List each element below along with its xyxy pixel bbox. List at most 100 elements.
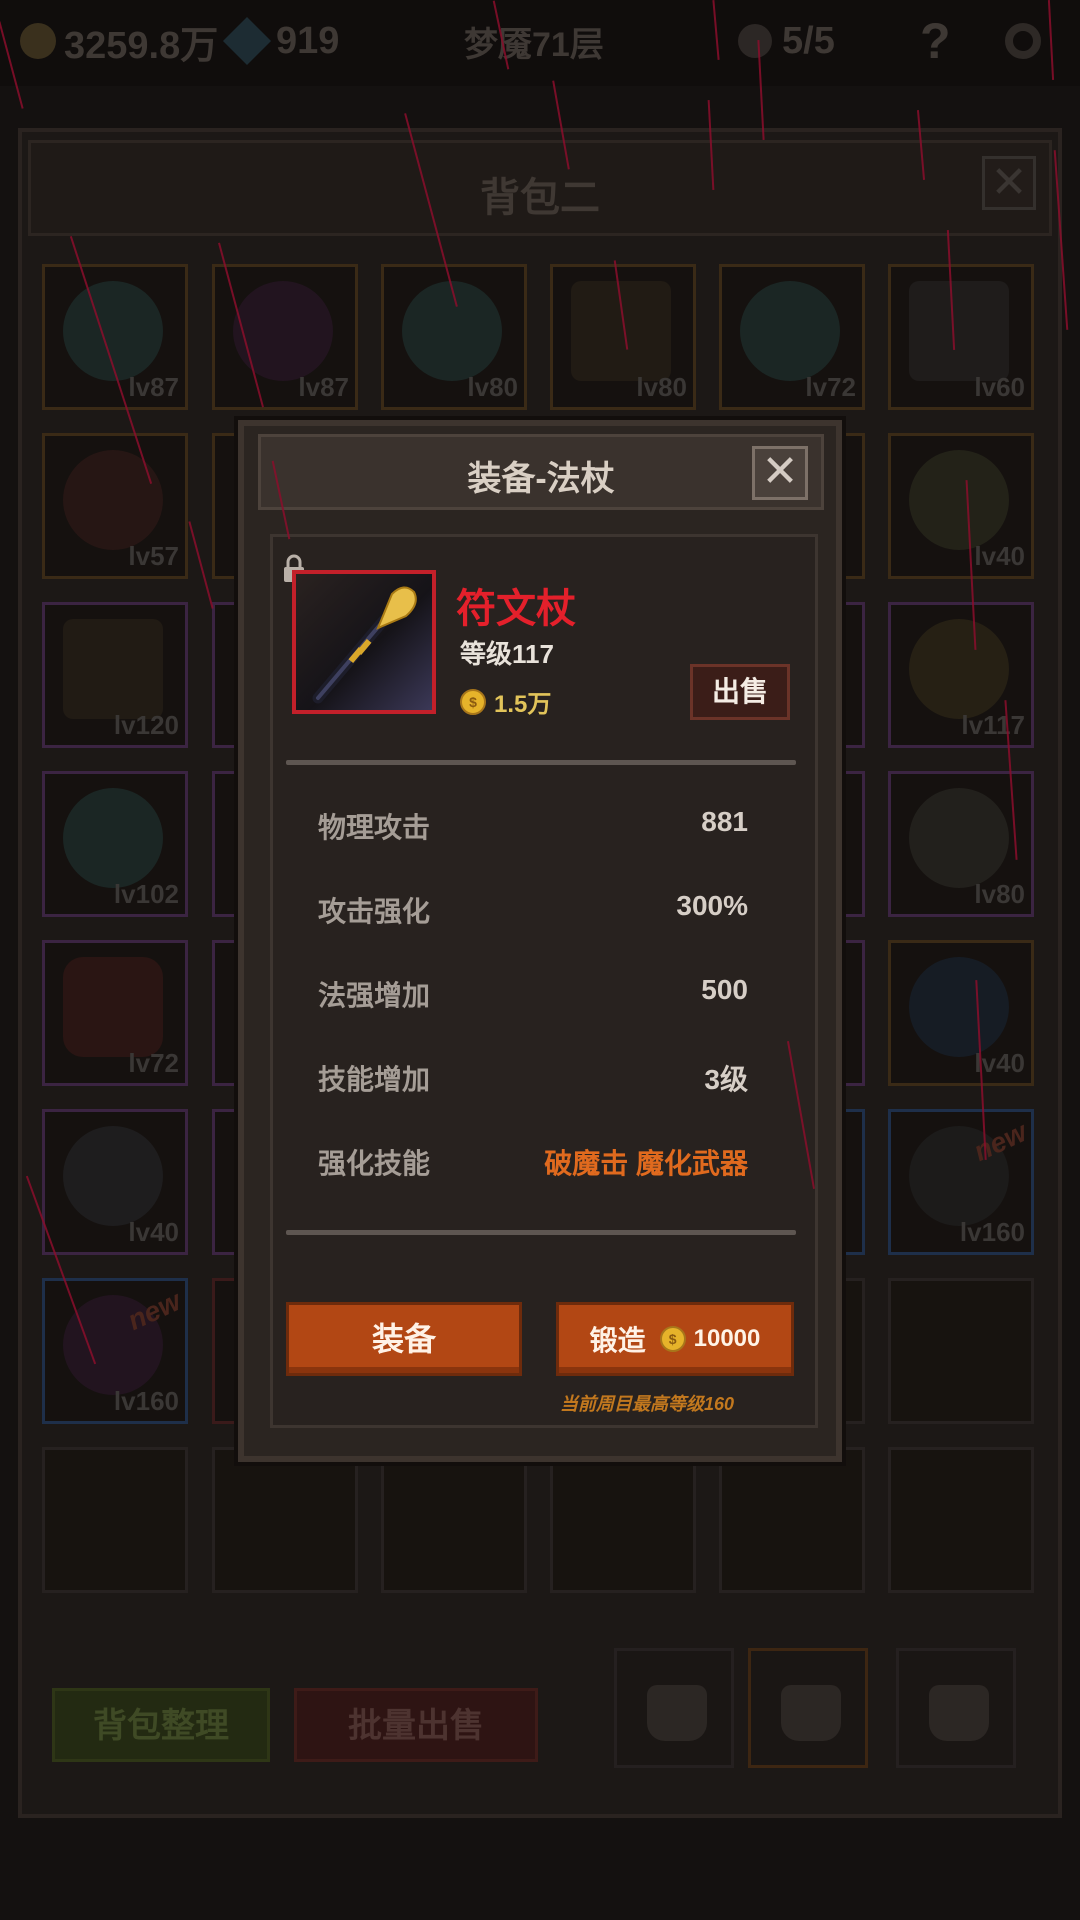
slot-level: lv117 xyxy=(961,710,1025,740)
bag-slot[interactable]: new lv160 xyxy=(888,1109,1034,1255)
coin-icon: $ xyxy=(460,688,486,715)
amulet-icon xyxy=(909,619,1009,719)
bag-tab-2[interactable] xyxy=(748,1648,868,1768)
sell-button[interactable]: 出售 xyxy=(690,664,790,720)
floor-label: 梦魇71层 xyxy=(464,25,604,64)
coin-icon: $ xyxy=(659,1326,686,1352)
help-button[interactable]: ? xyxy=(920,13,951,69)
gem-counter: 919 xyxy=(222,16,340,66)
backpack-icon xyxy=(647,1685,707,1741)
slot-level: lv40 xyxy=(128,1217,179,1247)
skull-amount: 5/5 xyxy=(782,19,835,62)
bag-slot[interactable]: lv102 xyxy=(42,771,188,917)
item-level: 等级117 xyxy=(460,639,554,669)
stat-value-skills: 破魔击 魔化武器 xyxy=(544,1148,748,1179)
feather-weapon-icon xyxy=(571,281,671,381)
bag-tab-1[interactable] xyxy=(614,1648,734,1768)
item-name: 符文杖 xyxy=(456,587,576,631)
game-scene: 3259.8万 919 梦魇71层 5/5 ? 背包二 ✕ lv87 lv87 … xyxy=(0,0,1080,1920)
bag-slot[interactable]: lv57 xyxy=(42,433,188,579)
bag-title: 背包二 xyxy=(480,176,600,220)
stat-row: 攻击强化 300% xyxy=(318,890,748,930)
backpack-icon xyxy=(781,1685,841,1741)
rune-staff-icon xyxy=(312,586,417,704)
knight-helmet-icon xyxy=(63,1126,163,1226)
bag-header: 背包二 xyxy=(28,140,1052,236)
pistol-icon xyxy=(909,281,1009,381)
helmet-icon xyxy=(909,788,1009,888)
stat-label: 物理攻击 xyxy=(318,812,431,843)
item-icon-frame xyxy=(292,570,436,714)
bag-slot[interactable]: lv40 xyxy=(888,940,1034,1086)
resource-bar: 3259.8万 919 梦魇71层 5/5 ? xyxy=(0,0,1080,86)
stat-row: 强化技能 破魔击 魔化武器 xyxy=(318,1142,748,1182)
cage-orb-icon xyxy=(63,788,163,888)
dialog-title: 装备-法杖 xyxy=(467,460,615,498)
bag-slot[interactable]: lv87 xyxy=(212,264,358,410)
slot-level: lv87 xyxy=(128,372,179,402)
slot-level: lv87 xyxy=(298,372,349,402)
bag-slot[interactable]: lv87 xyxy=(42,264,188,410)
dialog-header: 装备-法杖 xyxy=(258,434,824,510)
stat-value: 881 xyxy=(701,806,748,837)
gold-counter: 3259.8万 xyxy=(20,16,219,67)
round-shield-icon xyxy=(909,450,1009,550)
slot-level: lv80 xyxy=(636,372,687,402)
empty-slot[interactable] xyxy=(719,1447,865,1593)
slot-level: lv72 xyxy=(128,1048,179,1078)
slot-level: lv72 xyxy=(805,372,856,402)
bag-slot[interactable]: lv72 xyxy=(42,940,188,1086)
empty-slot[interactable] xyxy=(212,1447,358,1593)
slot-level: lv102 xyxy=(113,879,179,909)
empty-slot[interactable] xyxy=(888,1447,1034,1593)
bag-slot[interactable]: lv80 xyxy=(550,264,696,410)
max-level-note: 当前周目最高等级160 xyxy=(560,1394,735,1414)
slot-level: lv57 xyxy=(128,541,179,571)
bag-slot[interactable]: new lv160 xyxy=(42,1278,188,1424)
slot-level: lv120 xyxy=(113,710,179,740)
dialog-close-button[interactable]: ✕ xyxy=(752,446,808,500)
sort-bag-button[interactable]: 背包整理 xyxy=(52,1688,270,1762)
slot-level: lv80 xyxy=(974,879,1025,909)
armor-icon xyxy=(909,957,1009,1057)
slot-level: lv60 xyxy=(974,372,1025,402)
bag-slot[interactable]: lv60 xyxy=(888,264,1034,410)
bag-slot[interactable]: lv40 xyxy=(888,433,1034,579)
empty-slot[interactable] xyxy=(888,1278,1034,1424)
bag-slot[interactable]: lv80 xyxy=(381,264,527,410)
skull-counter: 5/5 xyxy=(738,16,835,66)
bag-slot[interactable]: lv72 xyxy=(719,264,865,410)
slot-level: lv40 xyxy=(974,541,1025,571)
gem-icon xyxy=(222,16,272,66)
slot-level: lv80 xyxy=(467,372,518,402)
dark-orb-icon xyxy=(233,281,333,381)
forge-button[interactable]: 锻造 $ 10000 xyxy=(556,1302,794,1376)
divider-bottom xyxy=(286,1230,796,1235)
bag-tab-3[interactable] xyxy=(896,1648,1016,1768)
slot-level: lv160 xyxy=(959,1217,1025,1247)
backpack-icon xyxy=(929,1685,989,1741)
divider-top xyxy=(286,760,796,765)
bag-slot[interactable]: lv40 xyxy=(42,1109,188,1255)
helmet-icon xyxy=(63,450,163,550)
equip-button[interactable]: 装备 xyxy=(286,1302,522,1376)
stat-value: 3级 xyxy=(704,1064,748,1095)
gold-amount: 3259.8万 xyxy=(64,24,219,67)
gold-coin-icon xyxy=(20,23,56,59)
bulk-sell-button[interactable]: 批量出售 xyxy=(294,1688,538,1762)
empty-slot[interactable] xyxy=(42,1447,188,1593)
stat-row: 技能增加 3级 xyxy=(318,1058,748,1098)
stat-label: 强化技能 xyxy=(318,1148,431,1179)
gear-icon xyxy=(1005,23,1041,59)
bag-slot[interactable]: lv120 xyxy=(42,602,188,748)
empty-slot[interactable] xyxy=(381,1447,527,1593)
stat-value: 500 xyxy=(701,974,748,1005)
stat-row: 法强增加 500 xyxy=(318,974,748,1014)
feather-weapon-icon xyxy=(63,619,163,719)
gem-amount: 919 xyxy=(276,19,340,62)
bag-close-button[interactable]: ✕ xyxy=(982,156,1036,210)
stat-row: 物理攻击 881 xyxy=(318,806,748,846)
bag-slot[interactable]: lv117 xyxy=(888,602,1034,748)
settings-button[interactable] xyxy=(1000,16,1046,66)
empty-slot[interactable] xyxy=(550,1447,696,1593)
